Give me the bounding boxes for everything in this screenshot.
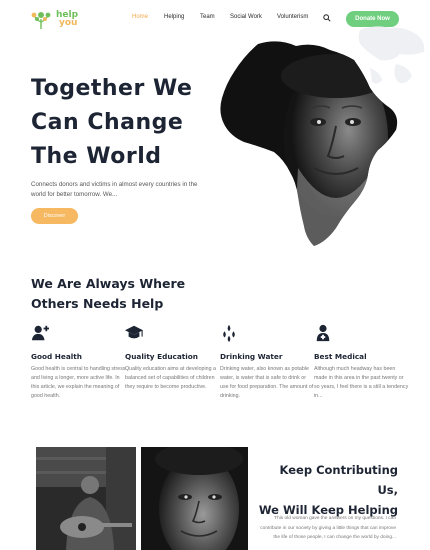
discover-button[interactable]: Discover xyxy=(31,208,78,224)
keep-helping-title: Keep Contributing Us, We Will Keep Helpi… xyxy=(258,460,398,520)
keep-title-line1: Keep Contributing Us, xyxy=(279,463,398,497)
hero-title-line2: Can Change xyxy=(31,110,184,135)
hero-title-line3: The World xyxy=(31,144,162,169)
feature-title: Drinking Water xyxy=(220,352,283,361)
feature-description: Good health is central to handling stres… xyxy=(31,366,126,399)
nav-item-home[interactable]: Home xyxy=(132,14,148,20)
nav-item-social-work[interactable]: Social Work xyxy=(230,14,262,20)
feature-title: Best Medical xyxy=(314,352,367,361)
help-section-title-line1: We Are Always Where xyxy=(31,276,186,291)
medical-person-icon xyxy=(316,324,330,342)
add-user-icon xyxy=(31,325,49,341)
hero-title-highlight: Together xyxy=(31,76,145,101)
feature-description: Quality education aims at developing a b… xyxy=(125,366,216,390)
hero-description: Connects donors and victims in almost ev… xyxy=(31,181,198,198)
feature-best-medical: Best Medical Although much headway has b… xyxy=(314,324,409,401)
help-section-title-highlight: Needs xyxy=(82,296,127,311)
keep-helping-description: This old woman gave the answers on my qu… xyxy=(260,516,396,540)
feature-description: Although much headway has been made in t… xyxy=(314,366,409,399)
hero-title: Together We Can Change The World xyxy=(31,72,192,174)
old-man-portrait-photo xyxy=(141,447,248,550)
feature-description: Drinking water, also known as potable wa… xyxy=(220,366,314,399)
help-section-title-pre: Others xyxy=(31,296,83,311)
feature-quality-education: Quality Education Quality education aims… xyxy=(125,324,220,392)
hero-title-line1-rest: We xyxy=(144,76,193,101)
graduation-cap-icon xyxy=(125,325,143,339)
africa-portrait-image xyxy=(220,41,398,246)
brand-line2: you xyxy=(59,18,78,28)
feature-drinking-water: Drinking Water Drinking water, also know… xyxy=(220,324,315,401)
nav-item-team[interactable]: Team xyxy=(200,14,215,20)
nav-item-helping[interactable]: Helping xyxy=(164,14,184,20)
feature-good-health: Good Health Good health is central to ha… xyxy=(31,324,126,401)
brand-logo[interactable]: help you xyxy=(30,10,90,30)
guitar-man-photo xyxy=(36,447,136,550)
help-section-title-post: Help xyxy=(126,296,164,311)
water-drops-icon xyxy=(223,324,235,342)
tree-logo-icon xyxy=(31,12,51,29)
feature-title: Quality Education xyxy=(125,352,198,361)
help-section-title: We Are Always Where Others Needs Help xyxy=(31,274,185,314)
feature-title: Good Health xyxy=(31,352,82,361)
brand-wordmark: help you xyxy=(56,11,78,28)
